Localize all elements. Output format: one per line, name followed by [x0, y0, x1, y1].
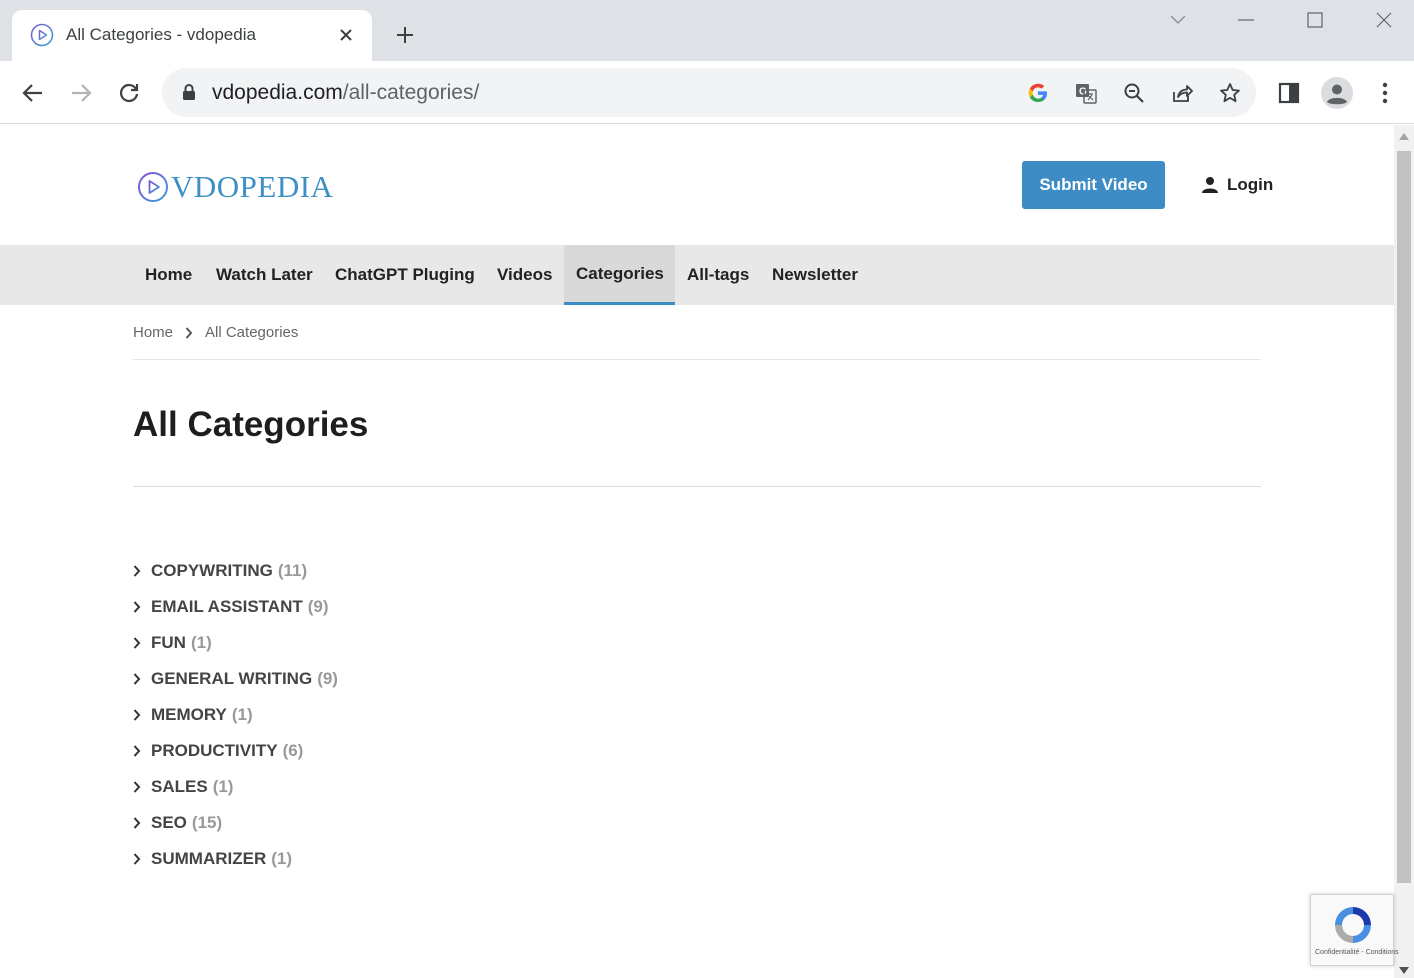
chevron-down-icon[interactable]: [1164, 6, 1192, 34]
divider: [133, 486, 1261, 487]
category-item[interactable]: MEMORY (1): [133, 697, 338, 733]
menu-item-videos[interactable]: Videos: [485, 245, 564, 305]
back-arrow-icon[interactable]: [17, 77, 49, 109]
star-icon[interactable]: [1216, 79, 1244, 107]
share-icon[interactable]: [1168, 79, 1196, 107]
maximize-icon[interactable]: [1301, 6, 1329, 34]
url-text[interactable]: vdopedia.com/all-categories/: [212, 81, 479, 105]
window-close-icon[interactable]: [1370, 6, 1398, 34]
menu-item-newsletter[interactable]: Newsletter: [760, 245, 870, 305]
category-count: (1): [231, 705, 253, 724]
menu-item-categories[interactable]: Categories: [564, 245, 675, 305]
category-count: (15): [191, 813, 223, 832]
category-count: (6): [282, 741, 304, 760]
recaptcha-badge[interactable]: Confidentialité - Conditions: [1310, 894, 1399, 966]
category-item[interactable]: GENERAL WRITING (9): [133, 661, 338, 697]
chevron-right-icon: [133, 565, 151, 577]
category-item[interactable]: SUMMARIZER (1): [133, 841, 338, 877]
minimize-icon[interactable]: [1232, 6, 1260, 34]
chevron-right-icon: [133, 601, 151, 613]
menu-item-chatgpt-pluging[interactable]: ChatGPT Pluging: [323, 245, 487, 305]
scrollbar-thumb[interactable]: [1397, 151, 1411, 883]
category-count: (9): [317, 669, 338, 688]
google-icon[interactable]: [1024, 79, 1052, 107]
category-item[interactable]: SEO (15): [133, 805, 338, 841]
browser-tab[interactable]: All Categories - vdopedia: [12, 10, 372, 61]
category-name[interactable]: COPYWRITING: [151, 561, 273, 581]
category-count: (9): [307, 597, 329, 616]
category-name[interactable]: PRODUCTIVITY: [151, 741, 278, 761]
divider: [133, 359, 1261, 360]
plus-icon[interactable]: [391, 21, 419, 49]
favicon-play-icon: [30, 23, 54, 47]
category-item[interactable]: EMAIL ASSISTANT (9): [133, 589, 338, 625]
chevron-right-icon: [133, 709, 151, 721]
zoom-out-icon[interactable]: [1120, 79, 1148, 107]
site-logo[interactable]: VDOPEDIA: [137, 169, 333, 205]
chevron-right-icon: [133, 637, 151, 649]
category-count: (1): [212, 777, 234, 796]
menu-item-watch-later[interactable]: Watch Later: [204, 245, 325, 305]
tab-title: All Categories - vdopedia: [66, 25, 256, 44]
category-name[interactable]: MEMORY: [151, 705, 227, 725]
reload-icon[interactable]: [113, 77, 145, 109]
chevron-right-icon: [185, 326, 193, 339]
chevron-right-icon: [133, 745, 151, 757]
category-name[interactable]: EMAIL ASSISTANT: [151, 597, 303, 617]
breadcrumb: Home All Categories: [133, 324, 298, 341]
category-item[interactable]: FUN (1): [133, 625, 338, 661]
recaptcha-text[interactable]: Confidentialité - Conditions: [1315, 949, 1399, 956]
browser-toolbar: vdopedia.com/all-categories/ G: [0, 61, 1414, 124]
login-link[interactable]: Login: [1201, 175, 1273, 195]
category-name[interactable]: GENERAL WRITING: [151, 669, 312, 689]
category-item[interactable]: SALES (1): [133, 769, 338, 805]
forward-arrow-icon[interactable]: [65, 77, 97, 109]
category-count: (1): [190, 633, 212, 652]
category-item[interactable]: PRODUCTIVITY (6): [133, 733, 338, 769]
vertical-scrollbar[interactable]: [1394, 125, 1414, 978]
side-panel-icon[interactable]: [1273, 77, 1305, 109]
category-name[interactable]: FUN: [151, 633, 186, 653]
user-icon: [1202, 177, 1218, 193]
scroll-down-arrow-icon[interactable]: [1399, 967, 1409, 974]
category-item[interactable]: COPYWRITING (11): [133, 553, 338, 589]
logo-play-icon: [138, 172, 168, 202]
menu-item-all-tags[interactable]: All-tags: [675, 245, 761, 305]
more-vert-icon[interactable]: [1369, 77, 1401, 109]
category-list: COPYWRITING (11) EMAIL ASSISTANT (9) FUN…: [133, 553, 338, 877]
chevron-right-icon: [133, 673, 151, 685]
profile-icon[interactable]: [1321, 77, 1353, 109]
close-icon[interactable]: [334, 23, 358, 47]
translate-icon[interactable]: G: [1072, 79, 1100, 107]
address-bar[interactable]: vdopedia.com/all-categories/ G: [162, 68, 1256, 117]
breadcrumb-current: All Categories: [205, 324, 299, 341]
breadcrumb-home[interactable]: Home: [133, 324, 173, 341]
submit-video-button[interactable]: Submit Video: [1022, 161, 1165, 209]
scroll-up-arrow-icon[interactable]: [1399, 133, 1409, 140]
tab-strip: All Categories - vdopedia: [0, 0, 1414, 61]
chevron-right-icon: [133, 781, 151, 793]
recaptcha-icon: [1335, 907, 1371, 943]
chevron-right-icon: [133, 853, 151, 865]
category-name[interactable]: SALES: [151, 777, 208, 797]
svg-text:G: G: [1079, 87, 1087, 98]
category-name[interactable]: SUMMARIZER: [151, 849, 266, 869]
lock-icon[interactable]: [180, 83, 198, 101]
page-viewport: VDOPEDIA Submit Video Login Home Watch L…: [0, 125, 1394, 978]
site-header: VDOPEDIA Submit Video Login: [0, 125, 1394, 245]
menu-item-home[interactable]: Home: [133, 245, 204, 305]
category-count: (11): [277, 561, 308, 580]
logo-text: VDOPEDIA: [171, 169, 334, 204]
category-name[interactable]: SEO: [151, 813, 187, 833]
url-domain: vdopedia.com: [212, 81, 343, 104]
chevron-right-icon: [133, 817, 151, 829]
url-path: /all-categories/: [342, 81, 480, 104]
main-menu: Home Watch Later ChatGPT Pluging Videos …: [0, 245, 1394, 305]
category-count: (1): [271, 849, 292, 868]
page-title: All Categories: [133, 405, 369, 444]
login-label: Login: [1227, 175, 1274, 194]
